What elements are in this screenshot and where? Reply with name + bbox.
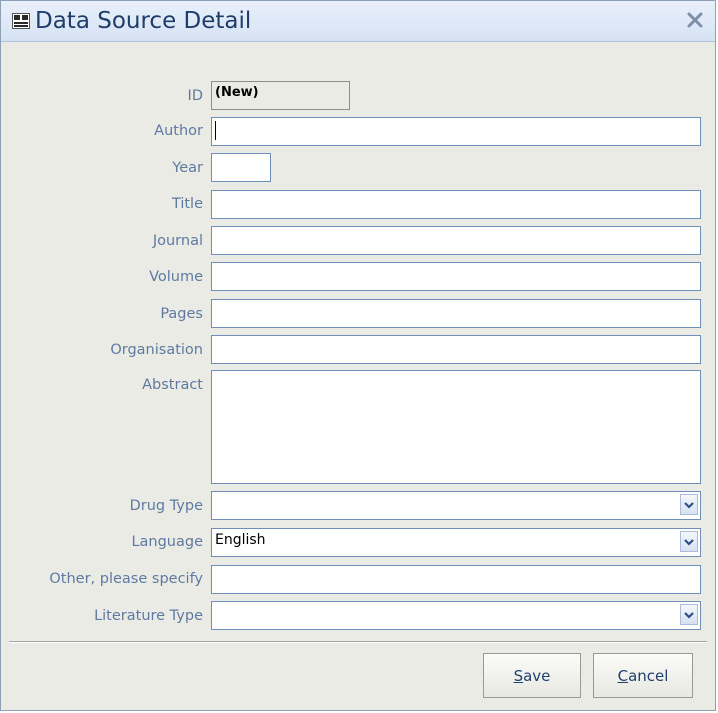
title-field[interactable] [211,190,701,219]
language-select[interactable]: English [211,528,701,557]
save-label: ave [523,666,551,685]
cancel-label: ancel [628,666,669,685]
language-value: English [215,532,266,548]
other-field[interactable] [211,565,701,594]
footer-divider [9,641,707,643]
save-button[interactable]: Save [483,653,581,698]
abstract-label: Abstract [142,377,203,393]
volume-label: Volume [149,269,203,285]
chevron-down-icon [684,501,694,509]
cancel-button[interactable]: Cancel [593,653,693,698]
drug-type-select[interactable] [211,491,701,520]
language-dropdown-button[interactable] [680,531,698,552]
author-label: Author [154,123,203,139]
year-field[interactable] [211,153,271,182]
id-label: ID [187,88,203,104]
close-icon[interactable] [684,9,706,31]
dialog-window: Data Source Detail ID (New) Author Year … [0,0,716,711]
chevron-down-icon [684,538,694,546]
pages-field[interactable] [211,299,701,328]
literature-type-select[interactable] [211,601,701,630]
title-label: Title [171,196,203,212]
cancel-mnemonic: C [617,666,629,685]
id-field: (New) [211,81,350,110]
pages-label: Pages [160,306,203,322]
organisation-label: Organisation [110,342,203,358]
drug-type-label: Drug Type [129,498,203,514]
database-form-icon [12,13,30,29]
other-label: Other, please specify [49,571,203,587]
volume-field[interactable] [211,262,701,291]
year-label: Year [172,160,203,176]
chevron-down-icon [684,611,694,619]
literature-type-label: Literature Type [94,608,203,624]
literature-type-dropdown-button[interactable] [680,604,698,625]
journal-label: Journal [152,233,203,249]
author-field[interactable] [211,117,701,146]
journal-field[interactable] [211,226,701,255]
title-bar[interactable]: Data Source Detail [1,1,715,42]
language-label: Language [131,534,203,550]
drug-type-dropdown-button[interactable] [680,494,698,515]
window-title: Data Source Detail [35,8,252,34]
organisation-field[interactable] [211,335,701,364]
text-caret [215,121,216,140]
save-mnemonic: S [513,666,524,685]
abstract-field[interactable] [211,370,701,484]
